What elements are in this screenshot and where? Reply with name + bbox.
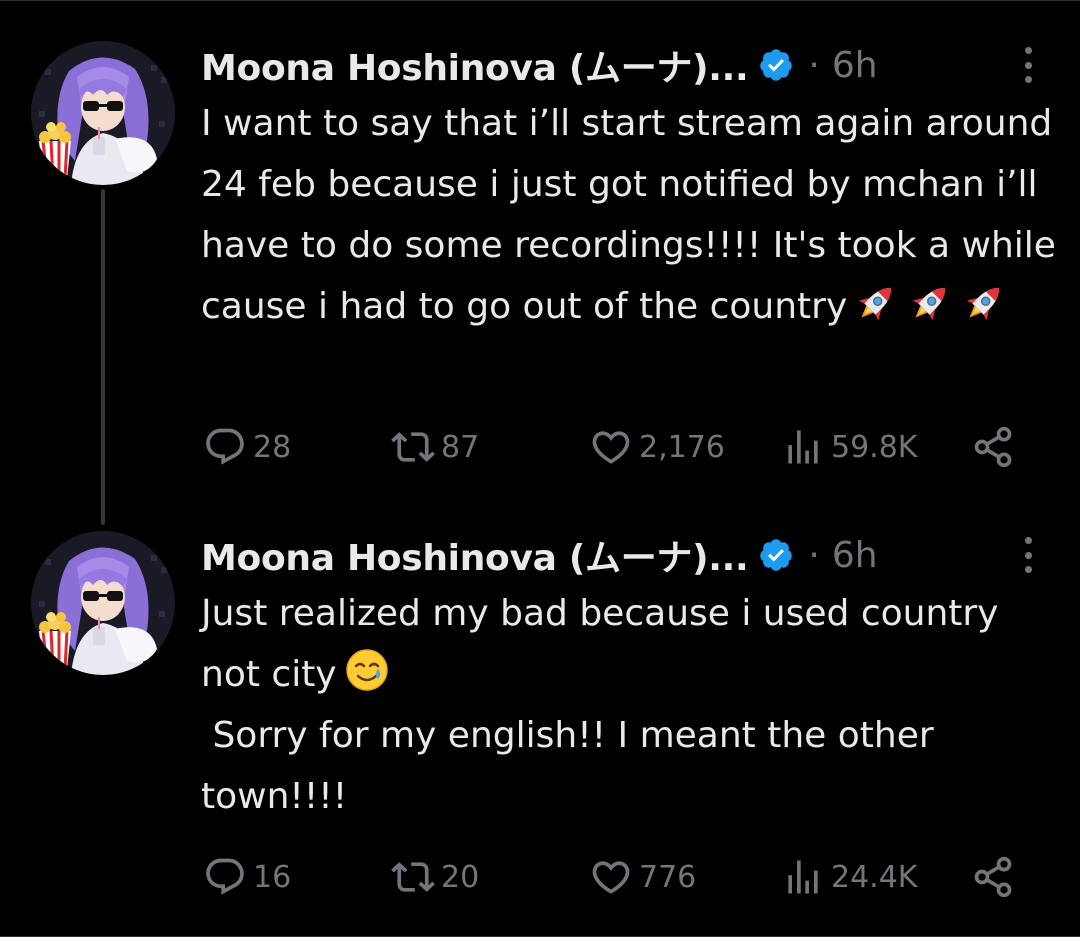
tweet-actions-bar: 28 87 2,176 59.8K [201, 425, 1031, 469]
verified-badge-icon [758, 537, 794, 573]
share-button[interactable] [971, 855, 1015, 899]
tweet[interactable]: Moona Hoshinova (ムーナ)... · 6h I want to … [0, 1, 1080, 525]
verified-badge-icon [758, 47, 794, 83]
thread-connector-line [101, 189, 105, 525]
reply-button[interactable]: 28 [203, 425, 291, 469]
tweet-thread-screen: Moona Hoshinova (ムーナ)... · 6h I want to … [0, 0, 1080, 937]
tweet-header: Moona Hoshinova (ムーナ)... · 6h [201, 529, 878, 581]
reply-icon [206, 858, 244, 895]
retweet-count: 87 [441, 429, 480, 465]
reply-button[interactable]: 16 [203, 855, 291, 899]
like-count: 2,176 [639, 429, 725, 465]
like-count: 776 [639, 859, 697, 895]
views-count: 24.4K [831, 859, 918, 895]
reply-count: 28 [253, 429, 292, 465]
heart-icon [592, 431, 630, 464]
tweet[interactable]: Moona Hoshinova (ムーナ)... · 6h Just reali… [0, 521, 1080, 937]
header-separator: · [808, 534, 820, 576]
tweet-text-line-2: Sorry for my english!! I meant the other… [201, 715, 946, 817]
tweet-timestamp[interactable]: 6h [832, 45, 878, 86]
author-name[interactable]: Moona Hoshinova (ムーナ)... [201, 529, 749, 581]
more-options-icon[interactable] [1018, 535, 1038, 575]
views-count: 59.8K [831, 429, 918, 465]
share-icon [974, 426, 1012, 468]
avatar-image [31, 531, 175, 675]
reply-count: 16 [253, 859, 292, 895]
rocket-emoji-icon [853, 278, 901, 326]
share-button[interactable] [971, 425, 1015, 469]
retweet-count: 20 [441, 859, 480, 895]
author-name[interactable]: Moona Hoshinova (ムーナ)... [201, 39, 749, 91]
avatar-image [31, 41, 175, 185]
retweet-button[interactable]: 87 [391, 425, 479, 469]
smiling-face-with-tear-emoji-icon [343, 646, 391, 694]
rocket-emoji-icon [961, 278, 1009, 326]
retweet-icon [391, 862, 435, 892]
views-icon [788, 860, 818, 894]
more-options-icon[interactable] [1018, 45, 1038, 85]
reply-icon [206, 428, 244, 465]
tweet-timestamp[interactable]: 6h [832, 535, 878, 576]
avatar[interactable] [31, 531, 175, 675]
views-button[interactable]: 24.4K [781, 855, 917, 899]
retweet-button[interactable]: 20 [391, 855, 479, 899]
views-button[interactable]: 59.8K [781, 425, 917, 469]
rocket-emoji-icon [907, 278, 955, 326]
tweet-text-line-1: Just realized my bad because i used coun… [201, 593, 1010, 695]
avatar[interactable] [31, 41, 175, 185]
tweet-text: I want to say that i’ll start stream aga… [201, 93, 1061, 337]
like-button[interactable]: 2,176 [589, 425, 725, 469]
like-button[interactable]: 776 [589, 855, 696, 899]
tweet-header: Moona Hoshinova (ムーナ)... · 6h [201, 39, 878, 91]
header-separator: · [808, 44, 820, 86]
tweet-actions-bar: 16 20 776 24.4K [201, 855, 1031, 899]
tweet-text: Just realized my bad because i used coun… [201, 583, 1061, 827]
retweet-icon [391, 432, 435, 462]
views-icon [788, 430, 818, 464]
heart-icon [592, 861, 630, 894]
share-icon [974, 856, 1012, 898]
